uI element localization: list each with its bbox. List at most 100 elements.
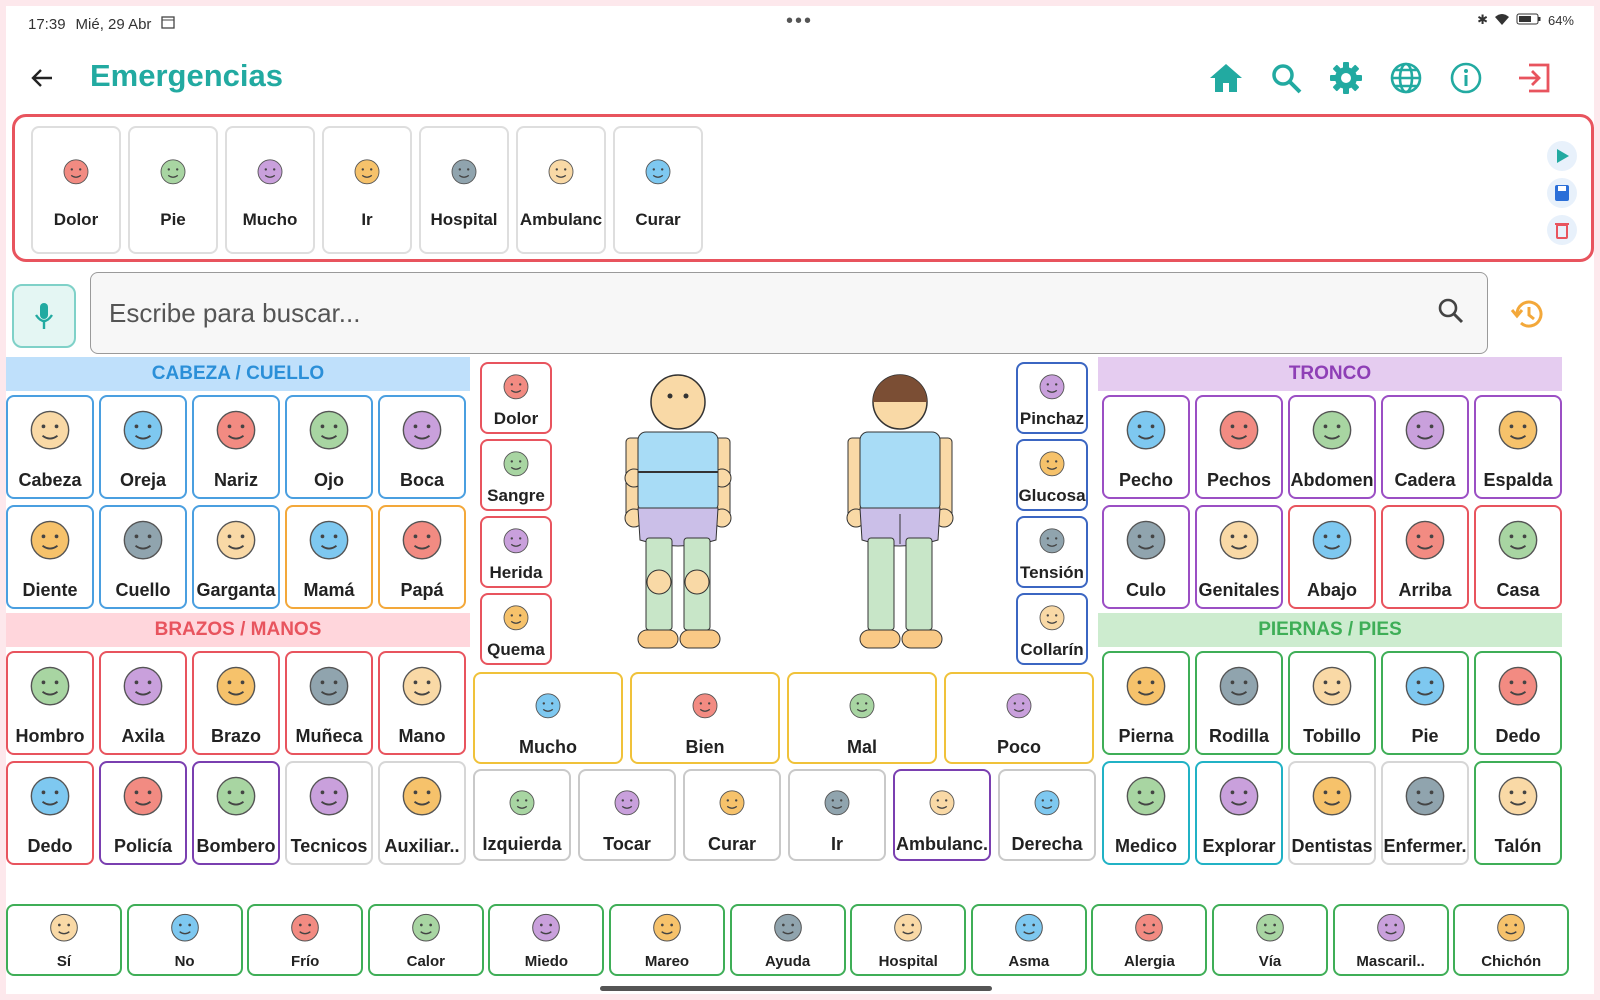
card-collarin[interactable]: Collarín <box>1016 593 1088 665</box>
card-hospital[interactable]: Hospital <box>850 904 967 976</box>
card-no[interactable]: No <box>126 904 243 976</box>
card-via[interactable]: Vía <box>1212 904 1328 976</box>
sentence-strip[interactable]: Dolor Pie Mucho Ir Hospital Ambulanc Curar <box>12 114 1594 262</box>
card-mareo[interactable]: Mareo <box>609 904 725 976</box>
card-ambulanc[interactable]: Ambulanc <box>516 126 606 254</box>
card-mucho[interactable]: Mucho <box>225 126 315 254</box>
card-hombro[interactable]: Hombro <box>6 651 94 755</box>
search-icon[interactable] <box>1437 297 1465 325</box>
card-garganta[interactable]: Garganta <box>192 505 280 609</box>
card-espalda[interactable]: Espalda <box>1474 395 1562 499</box>
card-chichon[interactable]: Chichón <box>1453 904 1570 976</box>
card-enfermer[interactable]: Enfermer. <box>1381 761 1469 865</box>
card-ir[interactable]: Ir <box>788 769 886 861</box>
card-sangre[interactable]: Sangre <box>480 439 552 511</box>
back-button[interactable] <box>22 58 62 98</box>
card-brazo[interactable]: Brazo <box>192 651 280 755</box>
card-cadera[interactable]: Cadera <box>1381 395 1469 499</box>
card-ir[interactable]: Ir <box>322 126 412 254</box>
card-mucho[interactable]: Mucho <box>473 672 623 764</box>
settings-button[interactable] <box>1324 56 1368 100</box>
back-body-figure[interactable] <box>846 374 954 649</box>
card-arriba[interactable]: Arriba <box>1381 505 1469 609</box>
card-casa[interactable]: Casa <box>1474 505 1562 609</box>
mareo-icon <box>647 907 687 951</box>
card-oreja[interactable]: Oreja <box>99 395 187 499</box>
play-button[interactable] <box>1547 141 1577 171</box>
front-body-figure[interactable] <box>624 374 732 649</box>
microphone-button[interactable] <box>12 284 76 348</box>
card-calor[interactable]: Calor <box>367 904 484 976</box>
card-si[interactable]: Sí <box>6 904 122 976</box>
card-talon[interactable]: Talón <box>1474 761 1562 865</box>
card-glucosa[interactable]: Glucosa <box>1016 439 1088 511</box>
card-medico[interactable]: Medico <box>1102 761 1190 865</box>
save-button[interactable] <box>1547 178 1577 208</box>
card-dentistas[interactable]: Dentistas <box>1288 761 1376 865</box>
card-curar[interactable]: Curar <box>613 126 703 254</box>
card-ayuda[interactable]: Ayuda <box>729 904 846 976</box>
card-hospital[interactable]: Hospital <box>419 126 509 254</box>
history-button[interactable] <box>1508 294 1548 334</box>
card-frio[interactable]: Frío <box>247 904 364 976</box>
card-tension[interactable]: Tensión <box>1016 516 1088 588</box>
delete-button[interactable] <box>1547 215 1577 245</box>
card-pierna[interactable]: Pierna <box>1102 651 1190 755</box>
card-pinchaz[interactable]: Pinchaz <box>1016 362 1088 434</box>
card-muneca[interactable]: Muñeca <box>285 651 373 755</box>
card-tobillo[interactable]: Tobillo <box>1288 651 1376 755</box>
language-button[interactable] <box>1384 56 1428 100</box>
search-input[interactable] <box>109 291 1409 335</box>
card-pie[interactable]: Pie <box>1381 651 1469 755</box>
card-explorar[interactable]: Explorar <box>1195 761 1283 865</box>
card-derecha[interactable]: Derecha <box>998 769 1096 861</box>
card-bombero[interactable]: Bombero <box>192 761 280 865</box>
card-quema[interactable]: Quema <box>480 593 552 665</box>
logout-button[interactable] <box>1512 56 1556 100</box>
card-ambulanc[interactable]: Ambulanc. <box>893 769 991 861</box>
card-abajo[interactable]: Abajo <box>1288 505 1376 609</box>
card-dedo[interactable]: Dedo <box>6 761 94 865</box>
card-cabeza[interactable]: Cabeza <box>6 395 94 499</box>
card-asma[interactable]: Asma <box>970 904 1087 976</box>
card-izquierda[interactable]: Izquierda <box>473 769 571 861</box>
card-papa[interactable]: Papá <box>378 505 466 609</box>
card-mano[interactable]: Mano <box>378 651 466 755</box>
card-cuello[interactable]: Cuello <box>99 505 187 609</box>
card-tocar[interactable]: Tocar <box>578 769 676 861</box>
search-box[interactable] <box>90 272 1488 354</box>
card-culo[interactable]: Culo <box>1102 505 1190 609</box>
card-dolor[interactable]: Dolor <box>31 126 121 254</box>
home-button[interactable] <box>1204 56 1248 100</box>
card-nariz[interactable]: Nariz <box>192 395 280 499</box>
card-mascaril[interactable]: Mascaril.. <box>1332 904 1449 976</box>
card-pecho[interactable]: Pecho <box>1102 395 1190 499</box>
card-dolor[interactable]: Dolor <box>480 362 552 434</box>
card-axila[interactable]: Axila <box>99 651 187 755</box>
card-miedo[interactable]: Miedo <box>488 904 605 976</box>
card-genitales[interactable]: Genitales <box>1195 505 1283 609</box>
card-diente[interactable]: Diente <box>6 505 94 609</box>
card-dedo[interactable]: Dedo <box>1474 651 1562 755</box>
home-indicator[interactable] <box>600 986 992 991</box>
card-curar[interactable]: Curar <box>683 769 781 861</box>
card-auxiliar[interactable]: Auxiliar.. <box>378 761 466 865</box>
card-alergia[interactable]: Alergia <box>1091 904 1208 976</box>
card-pechos[interactable]: Pechos <box>1195 395 1283 499</box>
window-handle[interactable]: ••• <box>786 10 813 33</box>
info-button[interactable] <box>1444 56 1488 100</box>
card-abdomen[interactable]: Abdomen <box>1288 395 1376 499</box>
card-bien[interactable]: Bien <box>630 672 780 764</box>
card-mama[interactable]: Mamá <box>285 505 373 609</box>
search-button[interactable] <box>1264 56 1308 100</box>
card-boca[interactable]: Boca <box>378 395 466 499</box>
card-herida[interactable]: Herida <box>480 516 552 588</box>
card-mal[interactable]: Mal <box>787 672 937 764</box>
card-ojo[interactable]: Ojo <box>285 395 373 499</box>
card-poco[interactable]: Poco <box>944 672 1094 764</box>
card-tecnicos[interactable]: Tecnicos <box>285 761 373 865</box>
card-policia[interactable]: Policía <box>99 761 187 865</box>
pain-face-icon <box>47 144 105 202</box>
card-rodilla[interactable]: Rodilla <box>1195 651 1283 755</box>
card-pie[interactable]: Pie <box>128 126 218 254</box>
